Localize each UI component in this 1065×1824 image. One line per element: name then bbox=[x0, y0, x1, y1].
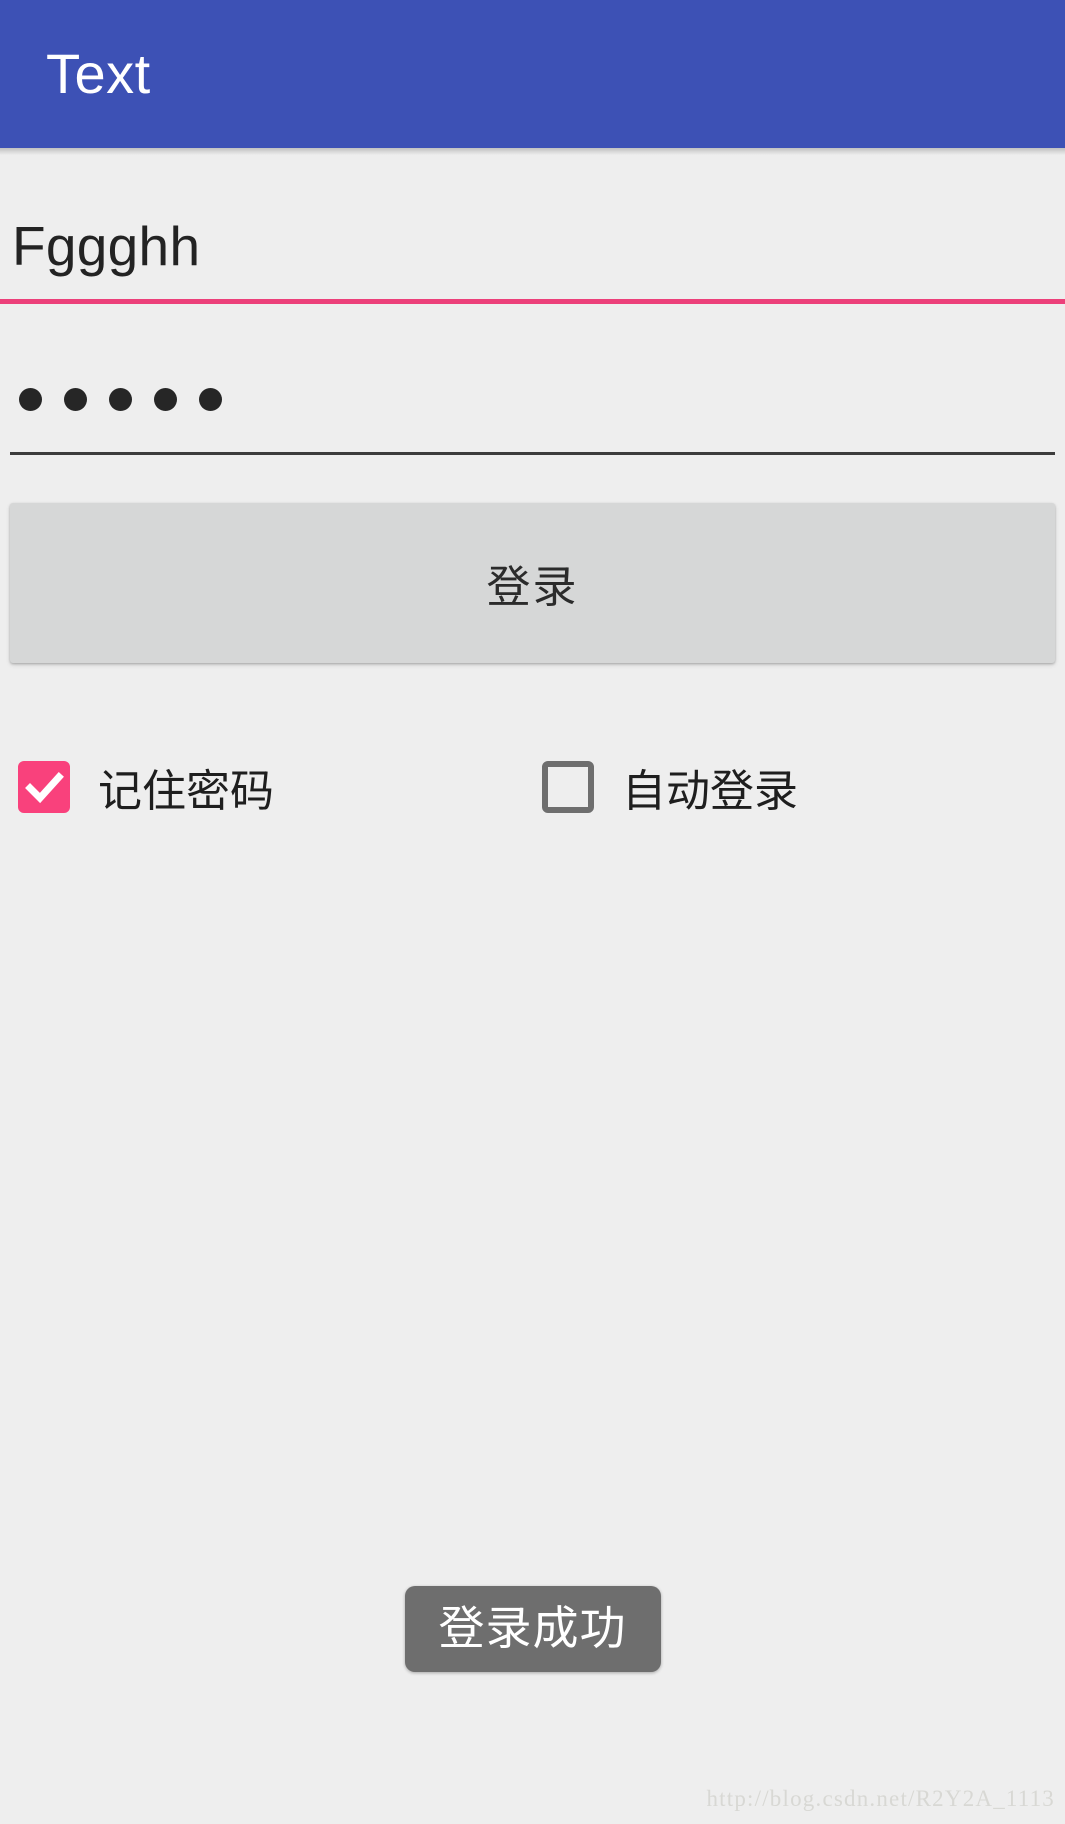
password-field[interactable] bbox=[0, 346, 1065, 452]
empty-box-icon[interactable] bbox=[542, 761, 594, 813]
username-input-value[interactable]: Fggghh bbox=[12, 193, 1053, 299]
password-dot bbox=[109, 387, 132, 411]
password-dot bbox=[19, 387, 42, 411]
main-content: Fggghh 登录 记住密码 自动登录 bbox=[0, 193, 1065, 819]
watermark-url: http://blog.csdn.net/R2Y2A_1113 bbox=[706, 1786, 1055, 1811]
auto-login-checkbox[interactable]: 自动登录 bbox=[542, 755, 798, 819]
toast-notification: 登录成功 bbox=[404, 1586, 661, 1673]
login-button-container: 登录 bbox=[0, 503, 1065, 663]
login-button-label: 登录 bbox=[486, 562, 579, 613]
checkmark-icon[interactable] bbox=[18, 761, 70, 813]
password-masked-dots[interactable] bbox=[12, 387, 222, 411]
password-dot bbox=[199, 387, 222, 411]
username-field[interactable]: Fggghh bbox=[0, 193, 1065, 299]
username-field-underline bbox=[0, 299, 1065, 304]
login-button[interactable]: 登录 bbox=[10, 503, 1055, 663]
app-bar-title: Text bbox=[46, 42, 151, 105]
toast-message: 登录成功 bbox=[438, 1601, 627, 1655]
remember-password-checkbox[interactable]: 记住密码 bbox=[18, 755, 274, 819]
app-bar: Text bbox=[0, 0, 1065, 148]
password-dot bbox=[64, 387, 87, 411]
options-row: 记住密码 自动登录 bbox=[0, 755, 1065, 819]
remember-password-label: 记住密码 bbox=[98, 766, 274, 817]
auto-login-label: 自动登录 bbox=[622, 766, 798, 817]
app-bar-shadow bbox=[0, 147, 1065, 155]
password-dot bbox=[154, 387, 177, 411]
password-field-underline bbox=[10, 452, 1055, 455]
